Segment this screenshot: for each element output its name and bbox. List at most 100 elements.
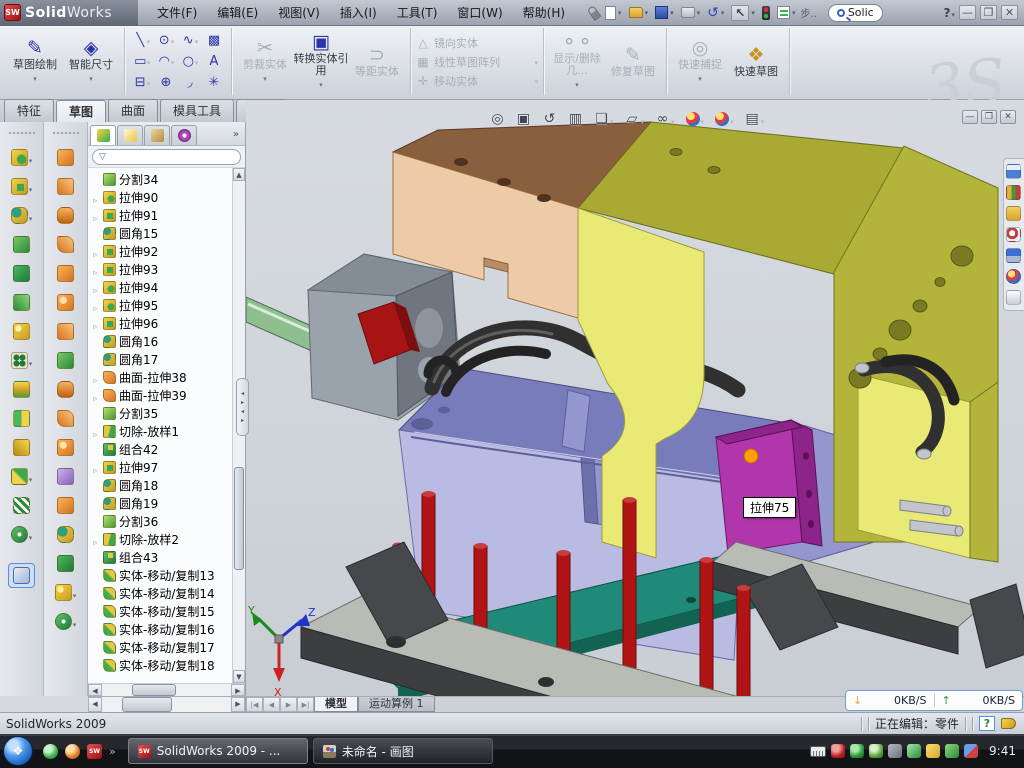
feature-tree-item[interactable]: 拉伸94 [88,278,232,296]
options-button[interactable] [775,5,798,20]
close-button[interactable]: ✕ [1001,5,1018,20]
solidworks-resources-icon[interactable] [1006,164,1021,179]
feature-tree-item[interactable]: 拉伸95 [88,296,232,314]
linear-pattern-button[interactable]: ▦线性草图阵列 [416,54,538,70]
sketch-entity-button[interactable]: A [202,54,226,69]
feature-tree-item[interactable]: 切除-放样2 [88,530,232,548]
toolbar-button[interactable] [57,145,74,170]
feature-tree-item[interactable]: 拉伸90 [88,188,232,206]
toolbar-button[interactable] [57,377,74,402]
custom-properties-icon[interactable] [1006,290,1021,305]
doc-restore-button[interactable]: ❐ [981,110,997,124]
move-entities-button[interactable]: ✛移动实体 [416,73,538,89]
sketch-button[interactable]: ✎ 草图绘制 [7,38,63,85]
toolbar-button[interactable] [57,261,74,286]
scroll-left-icon[interactable] [88,684,102,696]
feature-tree-item[interactable]: 圆角19 [88,494,232,512]
tray-icon[interactable] [850,744,864,758]
trim-entities-button[interactable]: ✂ 剪裁实体 [237,38,293,85]
graphics-viewport[interactable]: Y Z X ◎ ▣ ↺ ▥ [246,100,1024,696]
panel-tabs-overflow[interactable]: » [233,129,243,140]
doc-close-button[interactable]: ✕ [1000,110,1016,124]
new-document-button[interactable] [603,5,624,21]
search-box[interactable]: Solic [828,4,883,22]
restore-button[interactable]: ❐ [980,5,997,20]
quick-snaps-button[interactable]: ◎ 快速捕捉 [672,38,728,85]
feature-tree-item[interactable]: 拉伸97 [88,458,232,476]
task-window-button[interactable]: 未命名 - 画图 [313,738,493,764]
heads-up-button[interactable] [684,108,707,129]
sketch-entity-button[interactable]: ▩ [202,33,226,48]
toolbar-button[interactable] [13,406,30,431]
model-back-rail[interactable] [713,542,1024,668]
toolbar-button[interactable] [11,174,33,199]
print-button[interactable] [679,6,703,19]
document-tab[interactable]: 运动算例 1 [358,697,435,712]
heads-up-button[interactable]: ↺ [540,110,559,128]
heads-up-button[interactable] [713,108,736,129]
rapid-sketch-button[interactable]: ❖ 快速草图 [728,45,784,78]
feature-tree-item[interactable]: 拉伸93 [88,260,232,278]
undo-button[interactable]: ↺ [705,6,726,20]
menu-item[interactable]: 编辑(E) [208,1,267,24]
sketch-entity-button[interactable]: ▭ [130,54,154,69]
feature-tree-item[interactable]: 实体-移动/复制13 [88,566,232,584]
open-button[interactable] [627,6,651,19]
toolbar-button[interactable] [11,464,33,489]
mirror-entities-button[interactable]: △镜向实体 [416,35,538,51]
toolbar-button[interactable] [57,551,74,576]
toolbar-button[interactable] [13,377,30,402]
tray-icon[interactable] [945,744,959,758]
sketch-entity-button[interactable]: ╲ [130,33,154,48]
toolbar-button[interactable] [57,464,74,489]
scroll-thumb[interactable] [234,467,244,570]
command-tab[interactable]: 特征 [4,99,54,122]
scroll-down-icon[interactable] [233,670,245,683]
toolbar-button[interactable] [57,174,74,199]
toolbar-button[interactable] [13,261,30,286]
doc-minimize-button[interactable]: — [962,110,978,124]
toolbar-button[interactable] [13,435,30,460]
display-delete-relations-button[interactable]: ⚬⚬ 显示/删除几... [549,32,605,91]
toolbar-button[interactable] [13,290,30,315]
menu-item[interactable]: 窗口(W) [448,1,511,24]
feature-tree-item[interactable]: 曲面-拉伸39 [88,386,232,404]
feature-tree-item[interactable]: 拉伸91 [88,206,232,224]
toolbar-button[interactable] [55,609,77,634]
menu-item[interactable]: 工具(T) [388,1,447,24]
tray-icon[interactable] [831,744,845,758]
tree-filter-input[interactable]: ▽ [92,149,241,165]
view-palette-icon[interactable] [1006,248,1021,263]
smart-dimension-button[interactable]: ◈ 智能尺寸 [63,38,119,85]
toolbar-button[interactable] [57,232,74,257]
save-button[interactable] [653,5,676,20]
feature-tree-item[interactable]: 实体-移动/复制14 [88,584,232,602]
status-help-button[interactable]: ? [979,716,995,731]
feature-tree-item[interactable]: 切除-放样1 [88,422,232,440]
toolbar-button[interactable] [11,348,33,373]
heads-up-button[interactable]: ∞ [653,108,677,129]
tree-horizontal-scrollbar[interactable] [88,683,245,696]
panel-splitter-handle[interactable]: ◂▸◂▸ [236,378,249,436]
toolbar-button[interactable] [57,406,74,431]
feature-tree-item[interactable]: 拉伸92 [88,242,232,260]
repair-sketch-button[interactable]: ✎ 修复草图 [605,45,661,78]
heads-up-button[interactable]: ▥ [566,110,585,128]
command-tab[interactable]: 模具工具 [160,99,234,122]
feature-tree-item[interactable]: 拉伸96 [88,314,232,332]
sketch-entity-button[interactable]: ○ [178,54,202,69]
rebuild-button[interactable] [760,5,772,21]
next-tab-icon[interactable]: ▶ [280,697,297,712]
tab-featuremanager[interactable] [90,125,116,145]
toolbar-button[interactable] [57,348,74,373]
feature-tree-item[interactable]: 圆角18 [88,476,232,494]
minimize-button[interactable]: — [959,5,976,20]
menu-item[interactable]: 文件(F) [148,1,206,24]
menu-item[interactable]: 帮助(H) [514,1,574,24]
sketch-entity-button[interactable]: ⊕ [154,75,178,90]
toolbar-button[interactable] [11,145,33,170]
feature-tree-item[interactable]: 圆角17 [88,350,232,368]
sketch-entity-button[interactable]: ◠ [154,54,178,69]
tab-configurationmanager[interactable] [144,125,170,145]
solidworks-shortcut-icon[interactable]: SW [87,744,102,759]
